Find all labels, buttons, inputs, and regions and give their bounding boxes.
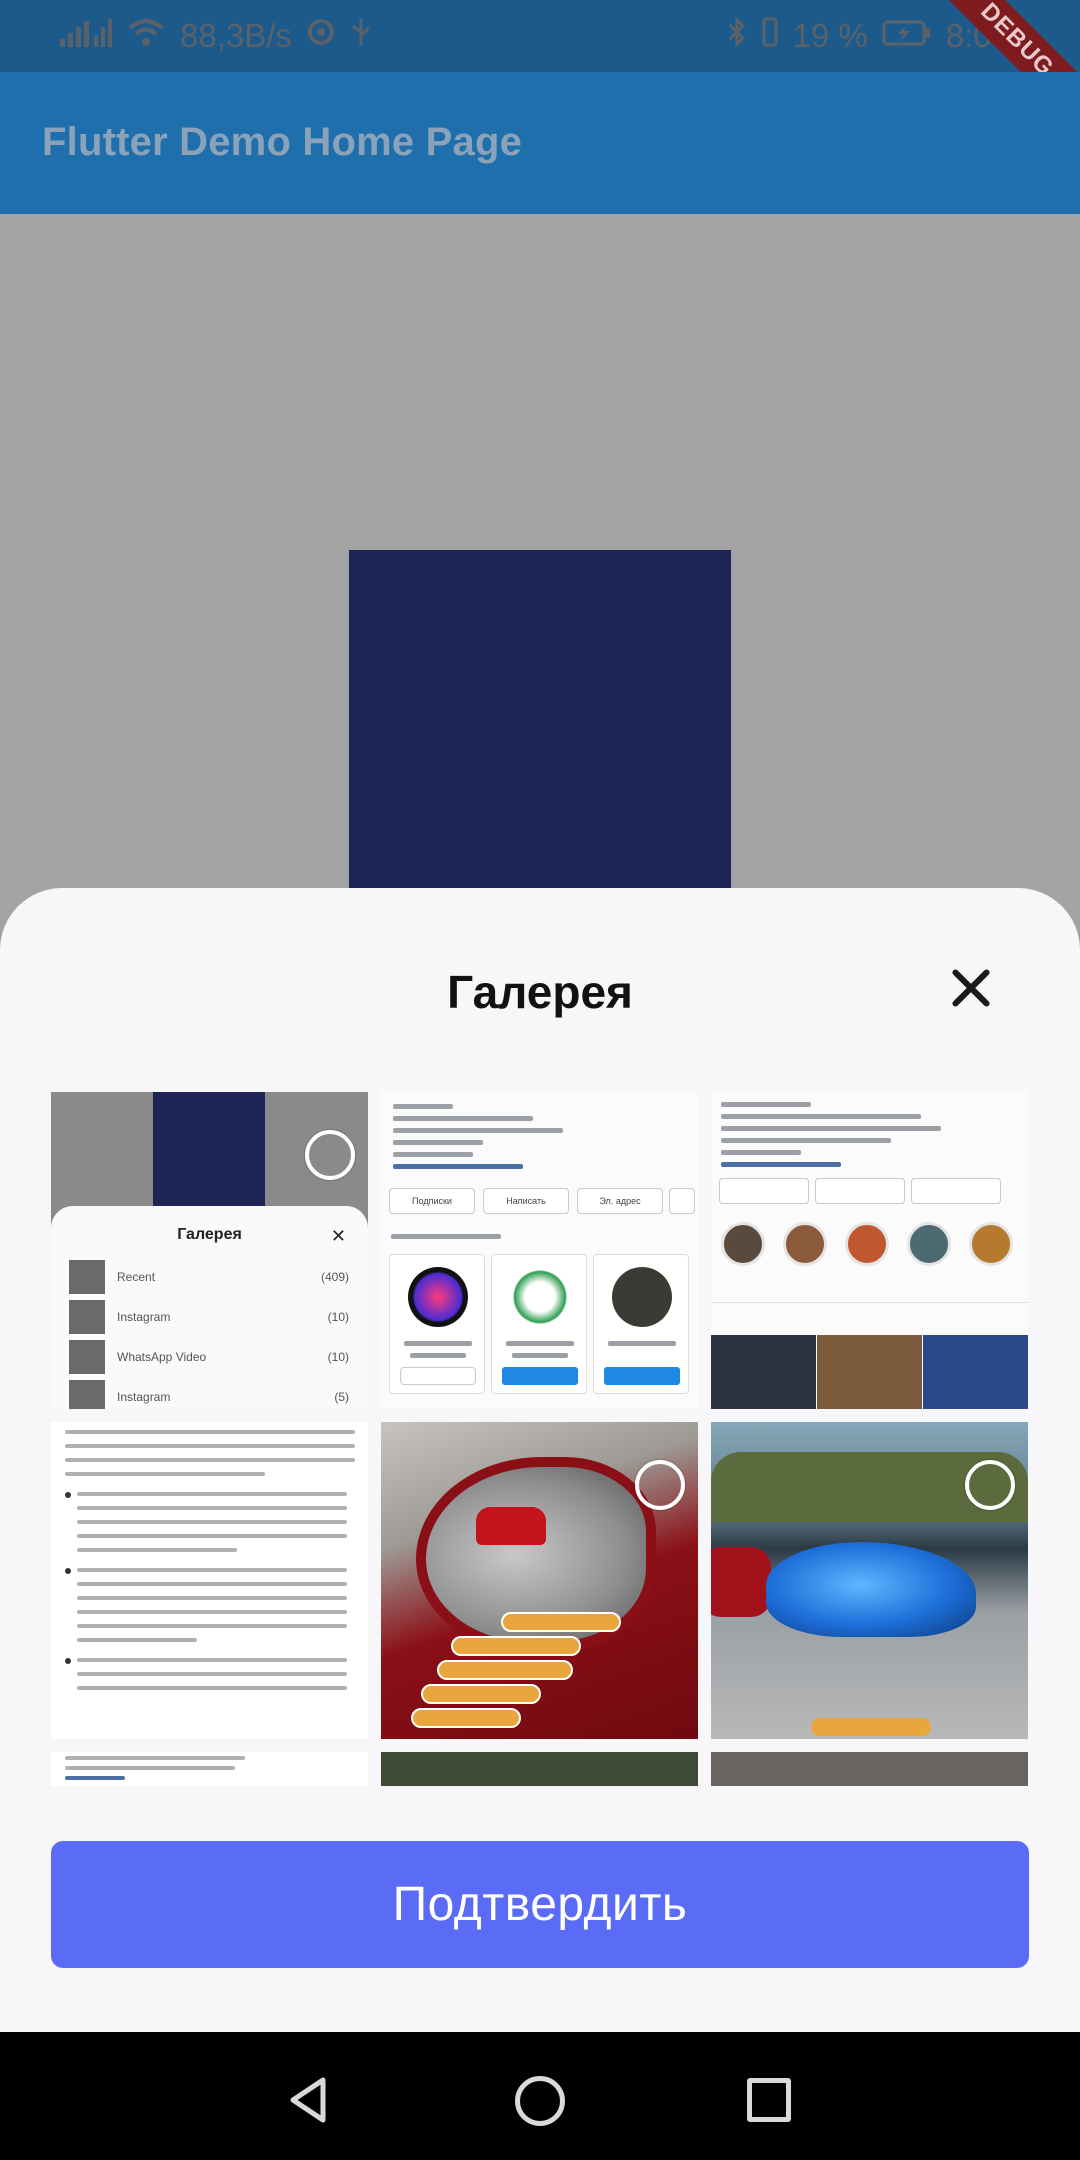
bluetooth-icon [727, 16, 747, 56]
gallery-item[interactable] [381, 1752, 698, 1786]
close-icon[interactable] [940, 958, 1000, 1018]
mini-album-row: Instagram (10) [69, 1300, 349, 1334]
select-circle-icon[interactable] [635, 1460, 685, 1510]
select-circle-icon[interactable] [305, 1130, 355, 1180]
back-icon[interactable] [287, 2076, 329, 2124]
vibrate-icon [761, 16, 779, 56]
mini-album-row: Recent (409) [69, 1260, 349, 1294]
mini-close-icon: ✕ [330, 1226, 346, 1246]
mini-album-row: Instagram (5) [69, 1380, 349, 1409]
mini-sheet: Галерея ✕ Recent (409) Instagram (10) What… [51, 1206, 368, 1409]
thumb-pill: Эл. адрес [577, 1188, 663, 1214]
usb-icon [350, 16, 372, 56]
thumb-pill: Подписки [389, 1188, 475, 1214]
mini-album-row: WhatsApp Video (10) [69, 1340, 349, 1374]
gallery-item[interactable] [711, 1752, 1028, 1786]
sheet-title: Галерея [447, 966, 633, 1018]
battery-percent: 19 % [792, 17, 868, 54]
status-left: 88,3B/s [58, 14, 372, 58]
gallery-item[interactable] [381, 1422, 698, 1739]
gallery-item[interactable] [711, 1422, 1028, 1739]
gallery-item[interactable]: Галерея ✕ Recent (409) Instagram (10) What… [51, 1092, 368, 1409]
gallery-bottom-sheet: Галерея Галерея ✕ Recent (409) Instagram(… [0, 888, 1080, 2032]
navigation-bar [0, 2032, 1080, 2160]
battery-icon [882, 17, 932, 55]
recents-icon[interactable] [747, 2078, 791, 2122]
navy-square [349, 550, 731, 930]
mini-sheet-title: Галерея [177, 1226, 242, 1243]
status-bar: 88,3B/s 19 % 8:05 DEBUG [0, 0, 1080, 136]
gallery-item[interactable] [51, 1422, 368, 1739]
gallery-item[interactable] [51, 1752, 368, 1786]
status-right: 19 % 8:05 [727, 14, 1010, 58]
thumb-pill: Написать [483, 1188, 569, 1214]
home-icon[interactable] [515, 2076, 565, 2126]
wifi-icon [126, 16, 166, 56]
gallery-grid: Галерея ✕ Recent (409) Instagram (10) What… [51, 1092, 1029, 1786]
select-circle-icon[interactable] [965, 1460, 1015, 1510]
gallery-item[interactable]: Подписки Написать Эл. адрес [381, 1092, 698, 1409]
signal-icon [58, 15, 112, 57]
gallery-item[interactable] [711, 1092, 1028, 1409]
confirm-button[interactable]: Подтвердить [51, 1841, 1029, 1968]
sync-icon [306, 17, 336, 55]
net-speed: 88,3B/s [180, 17, 292, 54]
app-bar-title: Flutter Demo Home Page [42, 120, 523, 164]
app-bar: Flutter Demo Home Page [0, 72, 1080, 214]
